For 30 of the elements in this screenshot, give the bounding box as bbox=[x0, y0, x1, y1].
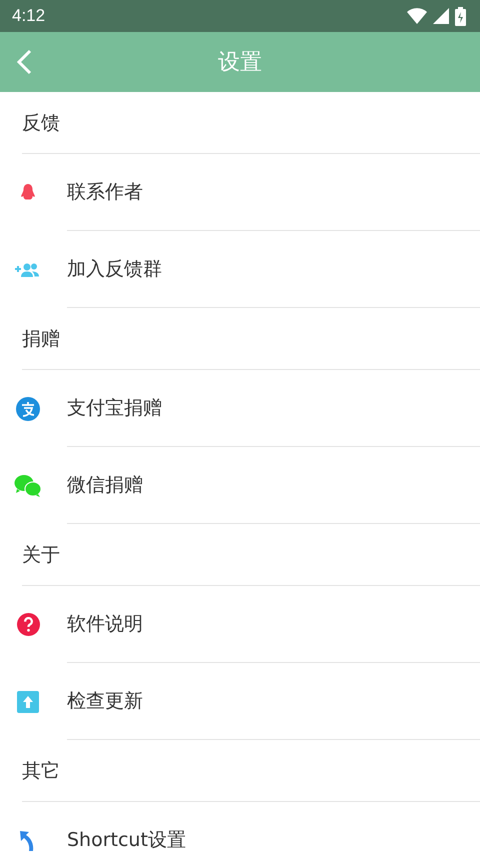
section-title: 其它 bbox=[22, 758, 60, 784]
item-label: 加入反馈群 bbox=[67, 257, 162, 282]
settings-item[interactable]: 微信捐赠 bbox=[0, 447, 480, 524]
item-label: 检查更新 bbox=[67, 689, 143, 714]
section-title: 捐赠 bbox=[22, 326, 60, 352]
settings-item[interactable]: 联系作者 bbox=[0, 154, 480, 231]
signal-icon bbox=[433, 8, 449, 24]
settings-item[interactable]: Shortcut设置 bbox=[0, 802, 480, 854]
wifi-icon bbox=[407, 8, 427, 24]
item-label: 软件说明 bbox=[67, 612, 143, 637]
add-group-icon bbox=[15, 262, 41, 278]
alipay-icon bbox=[16, 396, 40, 420]
section-title: 关于 bbox=[22, 542, 60, 568]
penguin-icon bbox=[20, 182, 36, 202]
help-icon bbox=[16, 613, 40, 636]
item-label: 联系作者 bbox=[67, 180, 143, 205]
chat-bubbles-icon bbox=[14, 474, 42, 498]
upload-icon bbox=[17, 690, 39, 712]
item-label: Shortcut设置 bbox=[67, 828, 186, 853]
back-icon bbox=[16, 49, 32, 75]
settings-item[interactable]: 软件说明 bbox=[0, 586, 480, 663]
item-label: 支付宝捐赠 bbox=[67, 396, 162, 421]
battery-icon bbox=[455, 6, 466, 26]
settings-item[interactable]: 支付宝捐赠 bbox=[0, 370, 480, 447]
settings-item[interactable]: 检查更新 bbox=[0, 663, 480, 740]
settings-item[interactable]: 加入反馈群 bbox=[0, 231, 480, 308]
status-time: 4:12 bbox=[12, 6, 46, 26]
item-label: 微信捐赠 bbox=[67, 473, 143, 498]
section-title: 反馈 bbox=[22, 110, 60, 136]
toolbar-title: 设置 bbox=[218, 49, 262, 77]
